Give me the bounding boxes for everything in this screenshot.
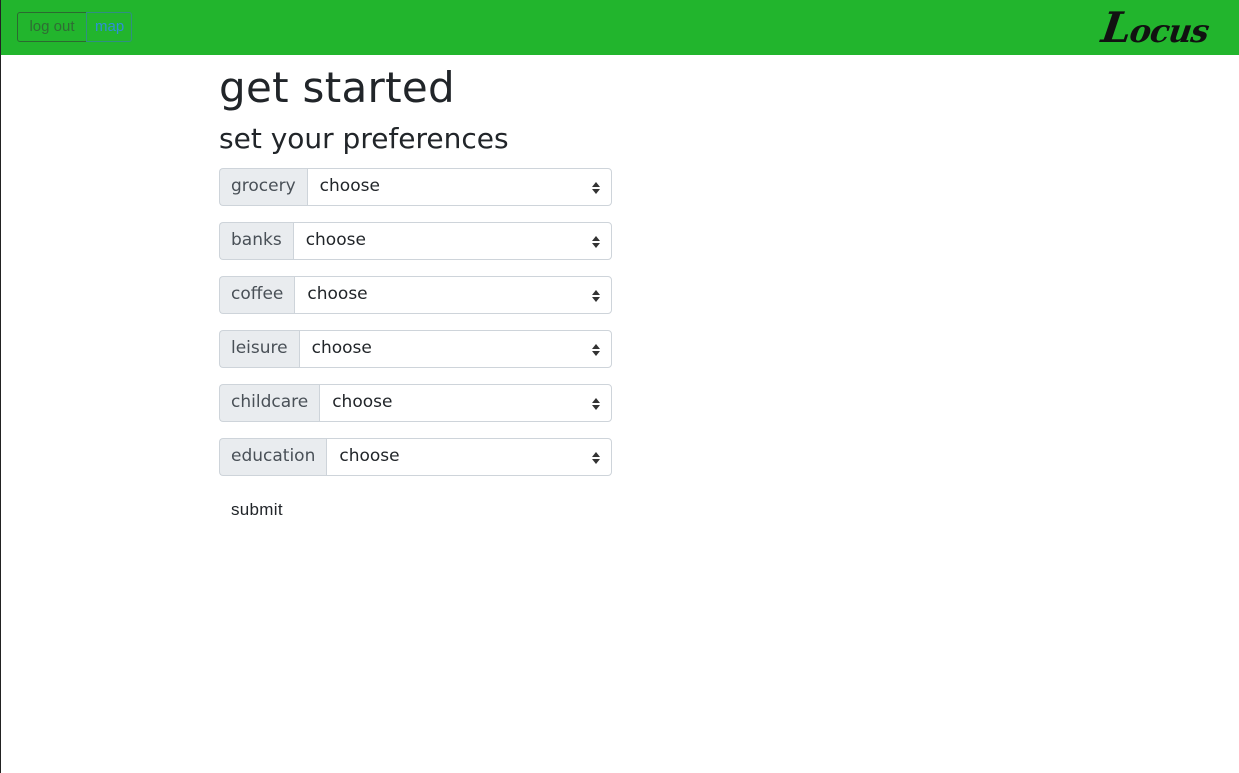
education-select-value: choose	[339, 446, 400, 466]
page-title: get started	[219, 63, 455, 112]
banks-label: banks	[219, 222, 293, 260]
preference-education: education choose	[219, 438, 612, 476]
leisure-select[interactable]: choose	[298, 330, 612, 368]
logout-button[interactable]: log out	[17, 12, 87, 42]
childcare-label: childcare	[219, 384, 320, 422]
select-arrows-icon	[592, 236, 600, 248]
preference-coffee: coffee choose	[219, 276, 612, 314]
preference-childcare: childcare choose	[219, 384, 612, 422]
grocery-select-value: choose	[319, 176, 380, 196]
banks-select-value: choose	[305, 230, 366, 250]
brand-logo-rest: ocus	[1127, 12, 1212, 50]
select-arrows-icon	[592, 452, 600, 464]
select-arrows-icon	[592, 290, 600, 302]
preference-grocery: grocery choose	[219, 168, 612, 206]
top-navbar: log out map Locus	[1, 0, 1239, 55]
brand-logo[interactable]: Locus	[1099, 3, 1213, 52]
map-button[interactable]: map	[86, 12, 132, 42]
page-subtitle: set your preferences	[219, 122, 509, 155]
childcare-select[interactable]: choose	[319, 384, 612, 422]
leisure-select-value: choose	[311, 338, 372, 358]
grocery-select[interactable]: choose	[306, 168, 612, 206]
banks-select[interactable]: choose	[292, 222, 612, 260]
preferences-form: grocery choose banks choose coffee choos…	[219, 168, 612, 519]
preference-leisure: leisure choose	[219, 330, 612, 368]
education-select[interactable]: choose	[326, 438, 612, 476]
select-arrows-icon	[592, 182, 600, 194]
coffee-select[interactable]: choose	[294, 276, 612, 314]
submit-button[interactable]: submit	[219, 491, 295, 529]
select-arrows-icon	[592, 398, 600, 410]
select-arrows-icon	[592, 344, 600, 356]
main-content: get started set your preferences grocery…	[219, 62, 612, 519]
leisure-label: leisure	[219, 330, 299, 368]
coffee-select-value: choose	[307, 284, 368, 304]
preference-banks: banks choose	[219, 222, 612, 260]
grocery-label: grocery	[219, 168, 307, 206]
coffee-label: coffee	[219, 276, 295, 314]
childcare-select-value: choose	[332, 392, 393, 412]
education-label: education	[219, 438, 327, 476]
